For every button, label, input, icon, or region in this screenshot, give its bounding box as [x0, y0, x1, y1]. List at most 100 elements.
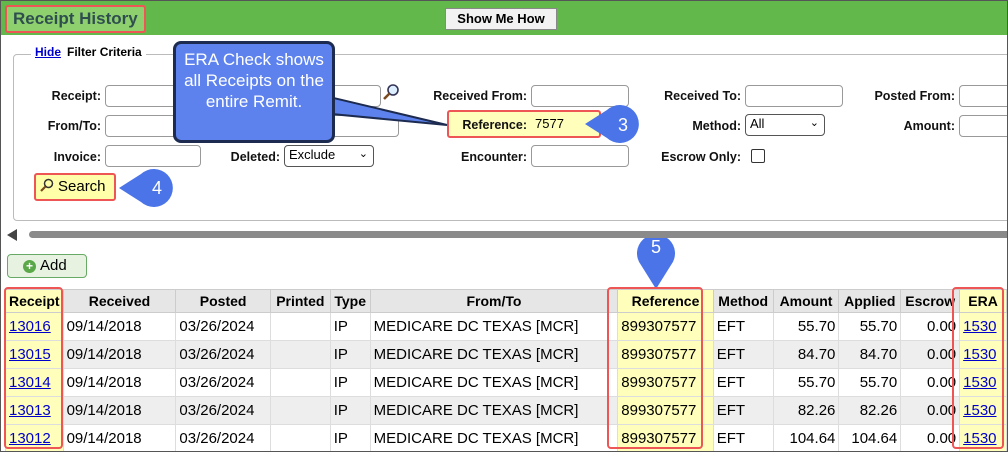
type-cell: IP — [329, 396, 371, 425]
from-to-cell: MEDICARE DC TEXAS [MCR] — [369, 368, 619, 397]
era-link[interactable]: 1530 — [963, 346, 996, 363]
col-received[interactable]: Received — [62, 289, 177, 313]
from-to-cell: MEDICARE DC TEXAS [MCR] — [369, 312, 619, 341]
col-receipt[interactable]: Receipt — [5, 289, 64, 313]
amount-label: Amount: — [903, 119, 955, 133]
receipt-history-window: Receipt History Show Me How Hide Filter C… — [0, 0, 1008, 452]
printed-cell — [269, 368, 331, 397]
receipt-link[interactable]: 13016 — [9, 318, 51, 335]
applied-cell: 84.70 — [838, 340, 902, 369]
chevron-down-icon: ⌄ — [809, 117, 819, 129]
col-applied[interactable]: Applied — [838, 289, 902, 313]
printed-cell — [269, 424, 331, 451]
table-row: 13012 09/14/2018 03/26/2024 IP MEDICARE … — [5, 424, 1007, 451]
escrow-cell: 0.00 — [900, 368, 961, 397]
type-cell: IP — [329, 424, 371, 451]
era-link[interactable]: 1530 — [963, 374, 996, 391]
page-title: Receipt History — [5, 5, 146, 33]
hide-filter-link[interactable]: Hide — [35, 45, 61, 59]
deleted-label: Deleted: — [230, 150, 280, 164]
from-to-cell: MEDICARE DC TEXAS [MCR] — [369, 340, 619, 369]
posted-cell: 03/26/2024 — [175, 424, 271, 451]
receipt-label: Receipt: — [51, 89, 101, 103]
col-printed[interactable]: Printed — [269, 289, 331, 313]
invoice-input[interactable] — [105, 145, 201, 167]
method-cell: EFT — [712, 396, 774, 425]
search-button[interactable]: Search — [34, 173, 116, 201]
escrow-cell: 0.00 — [900, 396, 961, 425]
receipts-table: Receipt Received Posted Printed Type Fro… — [5, 289, 1007, 451]
escrow-cell: 0.00 — [900, 424, 961, 451]
search-icon — [40, 178, 54, 192]
posted-cell: 03/26/2024 — [175, 368, 271, 397]
amount-cell: 82.26 — [772, 396, 840, 425]
add-button[interactable]: + Add — [7, 254, 87, 278]
escrow-only-label: Escrow Only: — [661, 150, 741, 164]
printed-cell — [269, 340, 331, 369]
printed-cell — [269, 396, 331, 425]
title-bar: Receipt History Show Me How — [1, 1, 1007, 35]
received-cell: 09/14/2018 — [62, 340, 177, 369]
reference-cell: 899307577 — [617, 396, 714, 425]
chevron-down-icon: ⌄ — [358, 148, 368, 160]
from-to-cell: MEDICARE DC TEXAS [MCR] — [369, 396, 619, 425]
table-row: 13015 09/14/2018 03/26/2024 IP MEDICARE … — [5, 340, 1007, 369]
era-link[interactable]: 1530 — [963, 318, 996, 335]
type-cell: IP — [329, 340, 371, 369]
posted-from-input[interactable] — [959, 85, 1007, 107]
col-era[interactable]: ERA — [959, 289, 1007, 313]
era-link[interactable]: 1530 — [963, 402, 996, 419]
step-badge-3: 3 — [613, 113, 633, 137]
reference-cell: 899307577 — [617, 340, 714, 369]
type-cell: IP — [329, 368, 371, 397]
table-header-row: Receipt Received Posted Printed Type Fro… — [5, 289, 1007, 313]
applied-cell: 104.64 — [838, 424, 902, 451]
deleted-select[interactable]: Exclude ⌄ — [284, 145, 374, 167]
amount-cell: 55.70 — [772, 368, 840, 397]
reference-label: Reference: — [462, 118, 527, 132]
received-to-input[interactable] — [745, 85, 843, 107]
method-select[interactable]: All ⌄ — [745, 114, 825, 136]
amount-cell: 55.70 — [772, 312, 840, 341]
step-badge-4: 4 — [147, 176, 167, 200]
received-cell: 09/14/2018 — [62, 312, 177, 341]
applied-cell: 55.70 — [838, 368, 902, 397]
receipt-link[interactable]: 13015 — [9, 346, 51, 363]
escrow-cell: 0.00 — [900, 312, 961, 341]
plus-icon: + — [23, 260, 36, 273]
posted-cell: 03/26/2024 — [175, 340, 271, 369]
encounter-label: Encounter: — [461, 150, 527, 164]
applied-cell: 82.26 — [838, 396, 902, 425]
method-cell: EFT — [712, 312, 774, 341]
amount-input[interactable] — [959, 115, 1007, 137]
encounter-input[interactable] — [531, 145, 629, 167]
receipt-link[interactable]: 13012 — [9, 430, 51, 447]
amount-cell: 104.64 — [772, 424, 840, 451]
method-label: Method: — [692, 119, 741, 133]
table-row: 13014 09/14/2018 03/26/2024 IP MEDICARE … — [5, 368, 1007, 397]
scroll-left-arrow-icon[interactable] — [7, 229, 17, 241]
posted-cell: 03/26/2024 — [175, 312, 271, 341]
horizontal-scrollbar[interactable] — [29, 231, 1007, 238]
col-escrow[interactable]: Escrow — [900, 289, 961, 313]
callout-pointer — [321, 93, 448, 126]
col-amount[interactable]: Amount — [772, 289, 840, 313]
from-to-label: From/To: — [47, 119, 101, 133]
col-reference[interactable]: Reference — [617, 289, 714, 313]
show-me-how-button[interactable]: Show Me How — [445, 8, 557, 30]
col-type[interactable]: Type — [329, 289, 371, 313]
receipt-link[interactable]: 13013 — [9, 402, 51, 419]
col-method[interactable]: Method — [712, 289, 774, 313]
escrow-cell: 0.00 — [900, 340, 961, 369]
received-cell: 09/14/2018 — [62, 424, 177, 451]
reference-cell: 899307577 — [617, 368, 714, 397]
escrow-only-checkbox[interactable] — [751, 149, 765, 163]
receipt-link[interactable]: 13014 — [9, 374, 51, 391]
col-from-to[interactable]: From/To — [369, 289, 619, 313]
col-posted[interactable]: Posted — [175, 289, 271, 313]
posted-from-label: Posted From: — [874, 89, 955, 103]
era-check-callout: ERA Check shows all Receipts on the enti… — [173, 41, 335, 143]
era-link[interactable]: 1530 — [963, 430, 996, 447]
table-row: 13013 09/14/2018 03/26/2024 IP MEDICARE … — [5, 396, 1007, 425]
filter-header: Hide Filter Criteria — [31, 45, 146, 59]
